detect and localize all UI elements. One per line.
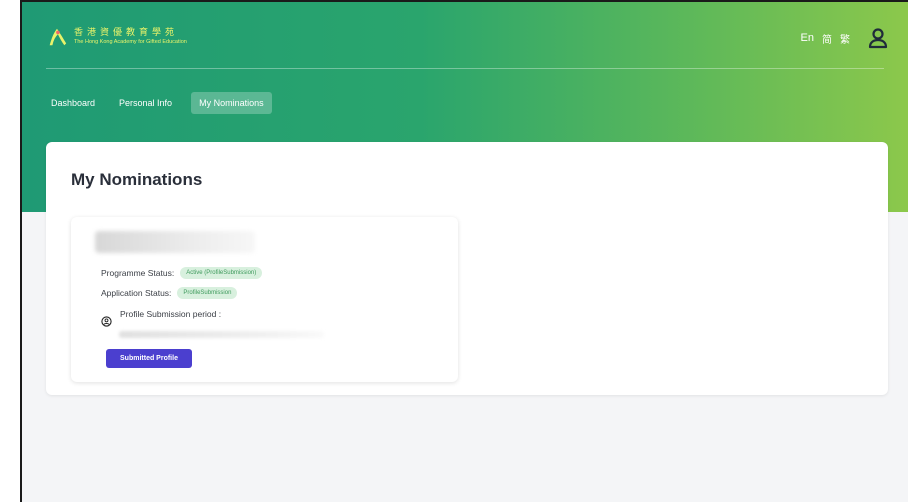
programme-status-row: Programme Status: Active (ProfileSubmiss… [101,267,263,279]
submission-period-redacted [119,331,324,338]
nomination-card: Programme Status: Active (ProfileSubmiss… [71,217,458,382]
application-status-row: Application Status: ProfileSubmission [101,287,238,299]
submission-period-label: Profile Submission period : [120,309,222,319]
page-title: My Nominations [71,170,203,189]
user-profile-icon[interactable] [866,26,890,50]
programme-status-badge: Active (ProfileSubmission) [180,267,263,279]
programme-name-redacted [95,231,255,253]
header-actions: En 简 繁 [801,26,890,50]
submitted-profile-button[interactable]: Submitted Profile [106,349,192,368]
application-status-label: Application Status: [101,288,172,298]
lang-simplified-button[interactable]: 简 [822,31,832,46]
page-frame: 香港資優教育學苑 The Hong Kong Academy for Gifte… [20,0,908,502]
application-status-badge: ProfileSubmission [177,287,238,299]
tab-personal-info[interactable]: Personal Info [114,92,177,114]
nav-tabs: Dashboard Personal Info My Nominations [46,92,272,114]
tab-my-nominations[interactable]: My Nominations [191,92,272,114]
header-divider [46,68,884,69]
programme-status-label: Programme Status: [101,268,175,278]
submission-period: Profile Submission period : [101,309,221,327]
tab-dashboard[interactable]: Dashboard [46,92,100,114]
logo-chinese-text: 香港資優教育學苑 [74,27,179,38]
lang-en-button[interactable]: En [801,32,814,44]
academy-logo[interactable]: 香港資優教育學苑 The Hong Kong Academy for Gifte… [46,26,187,48]
person-circle-icon [101,316,112,327]
academy-logo-icon [49,28,67,46]
nominations-panel: My Nominations Programme Status: Active … [46,142,888,395]
logo-english-text: The Hong Kong Academy for Gifted Educati… [74,38,187,45]
lang-traditional-button[interactable]: 繁 [840,31,850,46]
